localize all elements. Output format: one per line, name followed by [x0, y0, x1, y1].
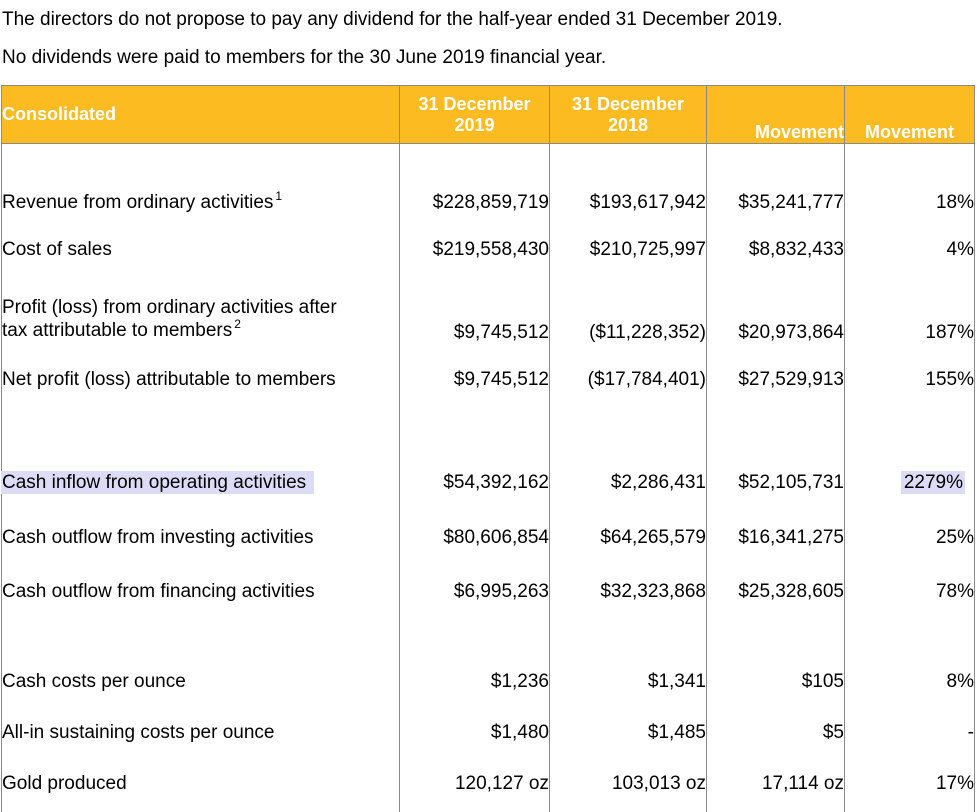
row-label-all-in-sustaining-costs: All-in sustaining costs per ounce	[1, 706, 400, 760]
header-dec-2019-line2: 2019	[454, 114, 495, 135]
table-row: Net profit (loss) attributable to member…	[1, 353, 975, 429]
row-label-profit-after-tax: Profit (loss) from ordinary activities a…	[2, 296, 337, 342]
cell-movement: $8,832,433	[706, 223, 845, 276]
header-movement-percent: Movement	[844, 85, 975, 144]
cell-movement: $105	[706, 626, 845, 707]
table-row: Cost of sales $219,558,430 $210,725,997 …	[1, 223, 975, 276]
cell-2018: $210,725,997	[549, 223, 707, 276]
row-label-cost-of-sales: Cost of sales	[1, 223, 400, 276]
cell-movement: $52,105,731	[706, 428, 845, 512]
cell-2018: $193,617,942	[549, 143, 707, 224]
intro-dividend-statement: The directors do not propose to pay any …	[2, 9, 783, 30]
header-dec-2018-line1: 31 December	[571, 93, 685, 114]
cell-2018: $2,286,431	[549, 428, 707, 512]
cell-2019: $219,558,430	[399, 223, 550, 276]
table-row: Revenue from ordinary activities 1 $228,8…	[1, 143, 975, 224]
row-label-cash-inflow-operating: Cash inflow from operating activities	[1, 470, 315, 494]
cell-movement-pct: 2279%	[900, 470, 965, 494]
cell-2018: ($17,784,401)	[549, 353, 707, 429]
footnote-marker: 2	[234, 316, 241, 331]
cell-movement-pct: 78%	[844, 564, 975, 627]
cell-2018: $1,485	[549, 706, 707, 760]
header-consolidated: Consolidated	[1, 85, 400, 144]
row-label-cash-outflow-financing: Cash outflow from financing activities	[1, 564, 400, 627]
cell-2019: $9,745,512	[399, 275, 550, 354]
table-row: Cash costs per ounce $1,236 $1,341 $105 …	[1, 626, 975, 707]
footnote-marker: 1	[275, 188, 283, 203]
table-row: Cash inflow from operating activities $5…	[1, 428, 975, 512]
cell-movement-pct: 25%	[844, 511, 975, 565]
cell-movement: $5	[706, 706, 845, 760]
cell-movement-pct: -	[844, 706, 975, 760]
row-label-net-profit: Net profit (loss) attributable to member…	[1, 353, 400, 429]
cell-2019: $1,480	[399, 706, 550, 760]
table-header-row: Consolidated 31 December 2019 31 Decembe…	[1, 85, 975, 144]
cell-2018: ($11,228,352)	[549, 275, 707, 354]
cell-movement: $35,241,777	[706, 143, 845, 224]
header-movement-amount: Movement	[706, 85, 845, 144]
header-dec-2019: 31 December 2019	[399, 85, 550, 144]
cell-2019: $6,995,263	[399, 564, 550, 627]
cell-2018: $64,265,579	[549, 511, 707, 565]
row-label-revenue: Revenue from ordinary activities	[2, 191, 274, 213]
cell-movement-pct: 155%	[844, 353, 975, 429]
header-dec-2019-line1: 31 December	[418, 93, 531, 114]
cell-2018: $1,341	[549, 626, 707, 707]
cell-movement-pct: 8%	[844, 626, 975, 707]
cell-movement-pct: 4%	[844, 223, 975, 276]
cell-2019: $228,859,719	[399, 143, 550, 224]
header-dec-2018-line2: 2018	[607, 114, 649, 135]
cell-movement: $20,973,864	[706, 275, 845, 354]
cell-movement-pct: 187%	[844, 275, 975, 354]
cell-movement: $16,341,275	[706, 511, 845, 565]
results-table: Consolidated 31 December 2019 31 Decembe…	[1, 85, 975, 812]
intro-prior-dividend-statement: No dividends were paid to members for th…	[2, 47, 607, 68]
cell-2019: $80,606,854	[399, 511, 550, 565]
table-row: Profit (loss) from ordinary activities a…	[1, 275, 975, 354]
row-label-cash-costs-per-ounce: Cash costs per ounce	[1, 626, 400, 707]
cell-2018: $32,323,868	[549, 564, 707, 627]
row-label-profit-line2: tax attributable to members	[2, 319, 233, 341]
header-dec-2018: 31 December 2018	[549, 85, 707, 144]
row-label-profit-line1: Profit (loss) from ordinary activities a…	[2, 296, 337, 318]
table-row: All-in sustaining costs per ounce $1,480…	[1, 706, 975, 760]
cell-movement: $27,529,913	[706, 353, 845, 429]
table-row: Cash outflow from investing activities $…	[1, 511, 975, 565]
cell-movement: $25,328,605	[706, 564, 845, 627]
cell-movement-pct: 18%	[844, 143, 975, 224]
cell-2019: $9,745,512	[399, 353, 550, 429]
row-label-cash-outflow-investing: Cash outflow from investing activities	[1, 511, 400, 565]
cell-2019: $54,392,162	[399, 428, 550, 512]
table-row: Cash outflow from financing activities $…	[1, 564, 975, 627]
cell-2019: $1,236	[399, 626, 550, 707]
